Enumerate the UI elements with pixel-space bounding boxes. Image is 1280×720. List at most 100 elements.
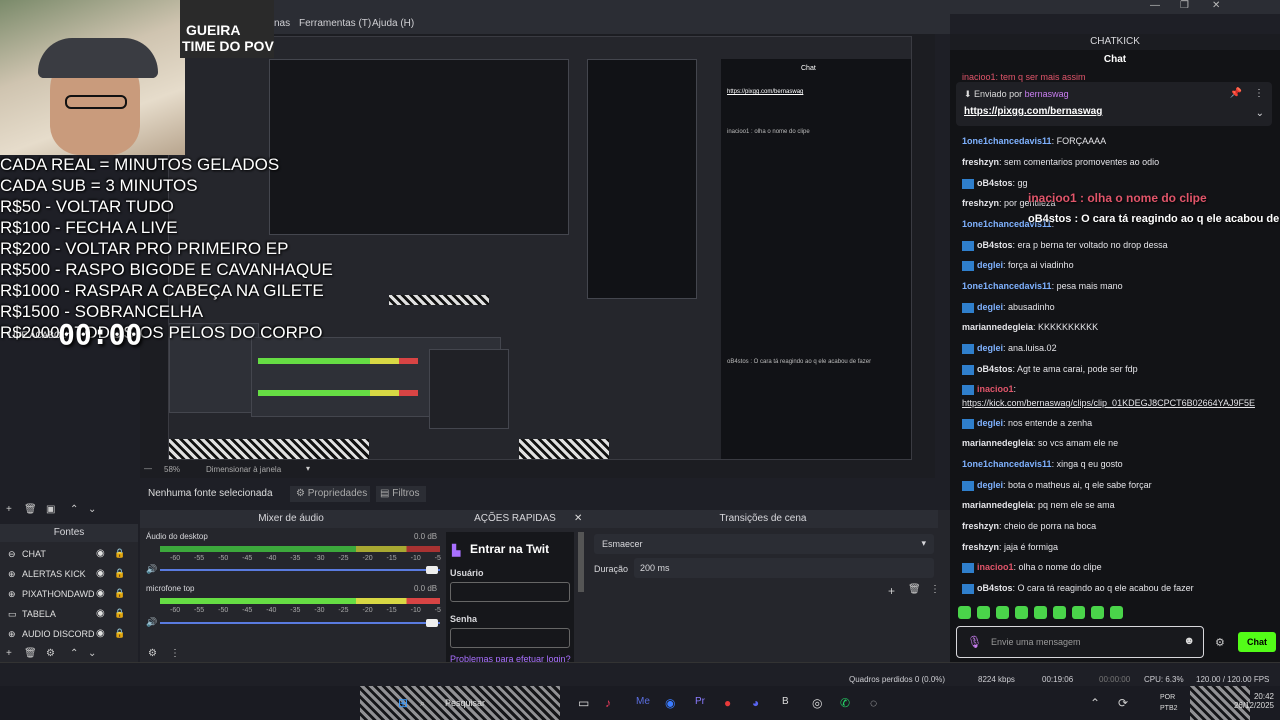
chat-send-button[interactable]: Chat xyxy=(1238,632,1276,652)
trash-icon[interactable]: 🗑 xyxy=(24,504,37,515)
eye-icon[interactable]: ◉ xyxy=(96,548,105,559)
eye-icon[interactable]: ◉ xyxy=(96,588,105,599)
chevron-down-icon[interactable]: ⌄ xyxy=(1256,108,1264,119)
eye-icon[interactable]: ◉ xyxy=(96,628,105,639)
eye-icon[interactable]: ◉ xyxy=(96,568,105,579)
chat-input[interactable]: 🎙 Envie uma mensagem ☻ xyxy=(956,626,1204,658)
pin-icon[interactable]: 📌 xyxy=(1230,88,1242,99)
mixer-settings-icon[interactable]: ⚙ xyxy=(148,648,157,659)
volume-knob[interactable] xyxy=(426,619,438,627)
trash-icon[interactable]: 🗑 xyxy=(24,648,37,659)
source-item[interactable]: ⊖ CHAT ◉ 🔒 xyxy=(0,544,136,564)
chat-username[interactable]: deglei xyxy=(977,260,1003,270)
lock-icon[interactable]: 🔒 xyxy=(114,588,125,599)
whatsapp-icon[interactable]: ✆ xyxy=(840,696,850,710)
lock-icon[interactable]: 🔒 xyxy=(114,608,125,619)
chat-username[interactable]: deglei xyxy=(977,343,1003,353)
chat-username[interactable]: oB4stos xyxy=(977,240,1013,250)
emoji-icon[interactable]: ☻ xyxy=(1183,635,1195,647)
gear-icon[interactable]: ⚙ xyxy=(1215,636,1225,649)
arrow-up-icon[interactable]: ⌃ xyxy=(70,648,78,659)
arrow-down-icon[interactable]: ⌄ xyxy=(88,504,96,515)
music-icon[interactable]: ♪ xyxy=(605,696,611,710)
chat-username[interactable]: oB4stos xyxy=(977,364,1013,374)
lock-icon[interactable]: 🔒 xyxy=(114,568,125,579)
volume-knob[interactable] xyxy=(426,566,438,574)
lang-1[interactable]: POR xyxy=(1160,694,1175,701)
messenger-icon[interactable]: Me xyxy=(636,696,650,707)
menu-help[interactable]: Ajuda (H) xyxy=(372,18,414,29)
add-source-icon[interactable]: + xyxy=(6,648,12,659)
source-item[interactable]: ⊕ ALERTAS KICK ◉ 🔒 xyxy=(0,564,136,584)
speaker-icon[interactable]: 🔊 xyxy=(146,564,157,575)
volume-slider-1[interactable] xyxy=(160,569,440,571)
arrow-down-icon[interactable]: ⌄ xyxy=(88,648,96,659)
wifi-icon[interactable]: ⟳ xyxy=(1118,696,1128,710)
app-icon[interactable]: ◌ xyxy=(870,696,877,710)
speaker-icon[interactable]: 🔊 xyxy=(146,617,157,628)
lang-2[interactable]: PTB2 xyxy=(1160,705,1178,712)
more-icon[interactable]: ⋮ xyxy=(170,648,180,659)
duration-stepper[interactable]: 200 ms xyxy=(634,558,934,578)
mic-icon[interactable]: 🎙 xyxy=(967,635,982,649)
chat-username[interactable]: deglei xyxy=(977,480,1003,490)
search-icon[interactable]: ⌕ xyxy=(420,698,425,709)
record-icon[interactable]: ● xyxy=(724,696,731,710)
settings-icon[interactable]: ⚙ xyxy=(46,648,55,659)
maximize-button[interactable]: ❐ xyxy=(1180,0,1189,11)
chat-username[interactable]: freshzyn xyxy=(962,521,999,531)
pinned-url[interactable]: https://pixgg.com/bernaswag xyxy=(964,106,1102,117)
chevron-up-icon[interactable]: ⌃ xyxy=(1090,696,1100,710)
app-icon[interactable]: ◉ xyxy=(665,696,675,710)
chat-username[interactable]: inacioo1 xyxy=(977,562,1014,572)
chevron-down-icon[interactable]: ▾ xyxy=(306,464,310,473)
taskbar-search[interactable]: Pesquisar xyxy=(445,698,485,708)
close-button[interactable]: ✕ xyxy=(1212,0,1220,11)
emote-bar[interactable] xyxy=(958,606,1158,624)
more-icon[interactable]: ⋮ xyxy=(1254,88,1264,99)
chat-username[interactable]: freshzyn xyxy=(962,542,999,552)
obs-icon[interactable]: ◎ xyxy=(812,696,822,710)
chat-username[interactable]: freshzyn xyxy=(962,198,999,208)
chat-username[interactable]: 1one1chancedavis11 xyxy=(962,281,1052,291)
resize-to-window[interactable]: Dimensionar à janela xyxy=(206,465,281,474)
zoom-level[interactable]: 58% xyxy=(164,465,180,474)
trash-icon[interactable]: 🗑 xyxy=(908,584,921,595)
more-icon[interactable]: ⋮ xyxy=(930,584,940,595)
chat-username[interactable]: oB4stos xyxy=(977,583,1013,593)
lock-icon[interactable]: 🔒 xyxy=(114,548,125,559)
app-icon[interactable]: B xyxy=(782,696,789,707)
chat-username[interactable]: oB4stos xyxy=(977,178,1013,188)
chat-username[interactable]: inacioo1 xyxy=(977,384,1014,394)
windows-start-icon[interactable]: ⊞ xyxy=(398,696,408,710)
chat-username[interactable]: 1one1chancedavis11 xyxy=(962,459,1052,469)
menu-partial[interactable]: nas xyxy=(274,18,290,29)
clock[interactable]: 20:42 26/12/2025 xyxy=(1234,692,1274,710)
chat-username[interactable]: mariannedegleia xyxy=(962,322,1033,332)
discord-icon[interactable]: ◕ xyxy=(752,696,759,710)
file-explorer-icon[interactable]: ▭ xyxy=(578,696,589,710)
chat-username[interactable]: mariannedegleia xyxy=(962,500,1033,510)
minimize-button[interactable]: — xyxy=(1150,0,1160,11)
add-icon[interactable]: + xyxy=(6,504,12,515)
source-item[interactable]: ⊕ PIXATHONDAWD ◉ 🔒 xyxy=(0,584,136,604)
scrollbar[interactable] xyxy=(578,532,584,592)
filter-icon[interactable]: ▣ xyxy=(46,504,55,515)
transition-select[interactable]: Esmaecer ▾ xyxy=(594,534,934,554)
filters-button[interactable]: ▤ Filtros xyxy=(376,486,426,502)
eye-icon[interactable]: ◉ xyxy=(96,608,105,619)
chat-username[interactable]: mariannedegleia xyxy=(962,438,1033,448)
chat-username[interactable]: deglei xyxy=(977,418,1003,428)
close-icon[interactable]: ✕ xyxy=(574,513,582,524)
password-input[interactable] xyxy=(450,628,570,648)
source-item[interactable]: ⊕ AUDIO DISCORD ◉ 🔒 xyxy=(0,624,136,644)
add-transition-icon[interactable]: + xyxy=(888,584,895,598)
menu-tools[interactable]: Ferramentas (T) xyxy=(299,18,371,29)
volume-slider-2[interactable] xyxy=(160,622,440,624)
chat-username[interactable]: 1one1chancedavis11 xyxy=(962,136,1052,146)
premiere-icon[interactable]: Pr xyxy=(695,696,705,707)
pinned-message[interactable]: ⬇ Enviado por bernaswag https://pixgg.co… xyxy=(956,82,1272,126)
chat-username[interactable]: freshzyn xyxy=(962,157,999,167)
lock-icon[interactable]: 🔒 xyxy=(114,628,125,639)
user-input[interactable] xyxy=(450,582,570,602)
